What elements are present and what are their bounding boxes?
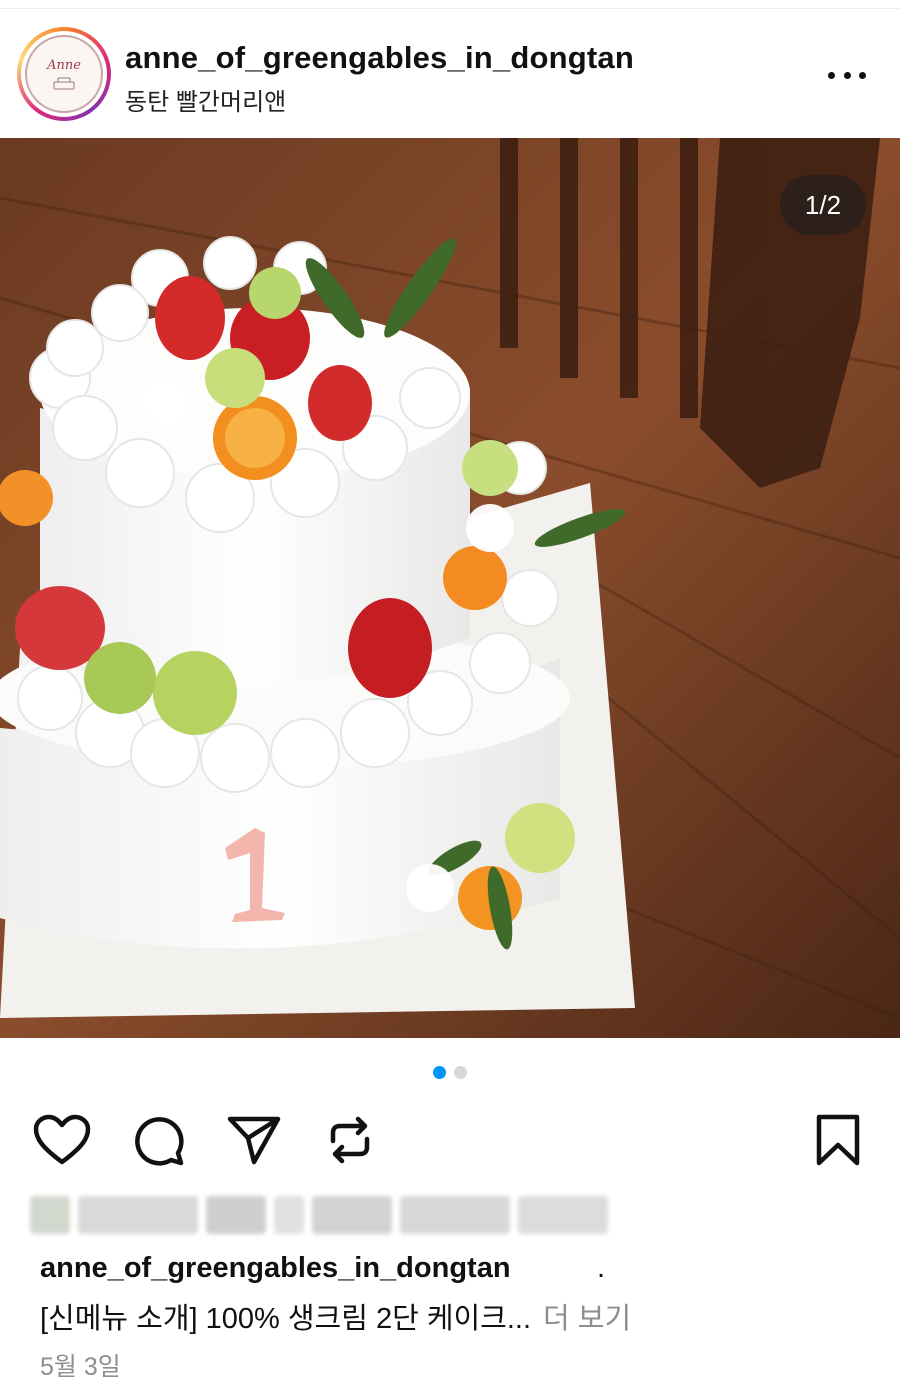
redacted-text (274, 1196, 304, 1234)
post-header: Anne anne_of_greengables_in_dongtan 동탄 빨… (0, 10, 900, 138)
header-username[interactable]: anne_of_greengables_in_dongtan (125, 40, 634, 76)
caption-body: [신메뉴 소개] 100% 생크림 2단 케이크... (40, 1303, 532, 1335)
save-button[interactable] (806, 1108, 870, 1172)
share-button[interactable] (222, 1108, 286, 1172)
redacted-avatar (30, 1196, 70, 1234)
more-horizontal-icon (859, 71, 866, 79)
avatar-image: Anne (25, 35, 103, 113)
caption-text: [신메뉴 소개] 100% 생크림 2단 케이크... 더 보기 (40, 1295, 631, 1337)
liked-by-redacted (30, 1196, 610, 1236)
more-horizontal-icon (828, 71, 835, 79)
more-options-button[interactable] (822, 66, 872, 84)
cake-photo-illustration (0, 138, 900, 1038)
carousel-pager (0, 1066, 900, 1082)
more-horizontal-icon (843, 71, 851, 79)
top-divider (0, 8, 900, 9)
pager-dot-2[interactable] (454, 1066, 467, 1079)
heart-icon (33, 1114, 91, 1165)
repost-icon (330, 1116, 370, 1164)
comment-icon (135, 1117, 184, 1166)
image-counter: 1/2 (780, 175, 866, 235)
post-date: 5월 3일 (40, 1353, 121, 1381)
redacted-text (400, 1196, 510, 1234)
bookmark-icon (816, 1114, 860, 1166)
header-location[interactable]: 동탄 빨간머리앤 (125, 82, 286, 117)
redacted-text (518, 1196, 608, 1234)
pager-dot-1[interactable] (433, 1066, 446, 1079)
see-more-link[interactable]: 더 보기 (543, 1303, 631, 1335)
post-photo[interactable] (0, 138, 900, 1038)
caption-username[interactable]: anne_of_greengables_in_dongtan (40, 1252, 511, 1285)
comment-button[interactable] (126, 1108, 190, 1172)
redacted-text (312, 1196, 392, 1234)
send-icon (227, 1116, 281, 1165)
avatar[interactable]: Anne (17, 27, 111, 121)
avatar-inner: Anne (21, 31, 107, 117)
like-button[interactable] (30, 1108, 94, 1172)
redacted-text (78, 1196, 198, 1234)
repost-button[interactable] (318, 1108, 382, 1172)
cake-logo-icon (53, 77, 75, 90)
caption-separator: . (597, 1252, 606, 1284)
redacted-text (206, 1196, 266, 1234)
avatar-logo-text: Anne (47, 58, 81, 73)
